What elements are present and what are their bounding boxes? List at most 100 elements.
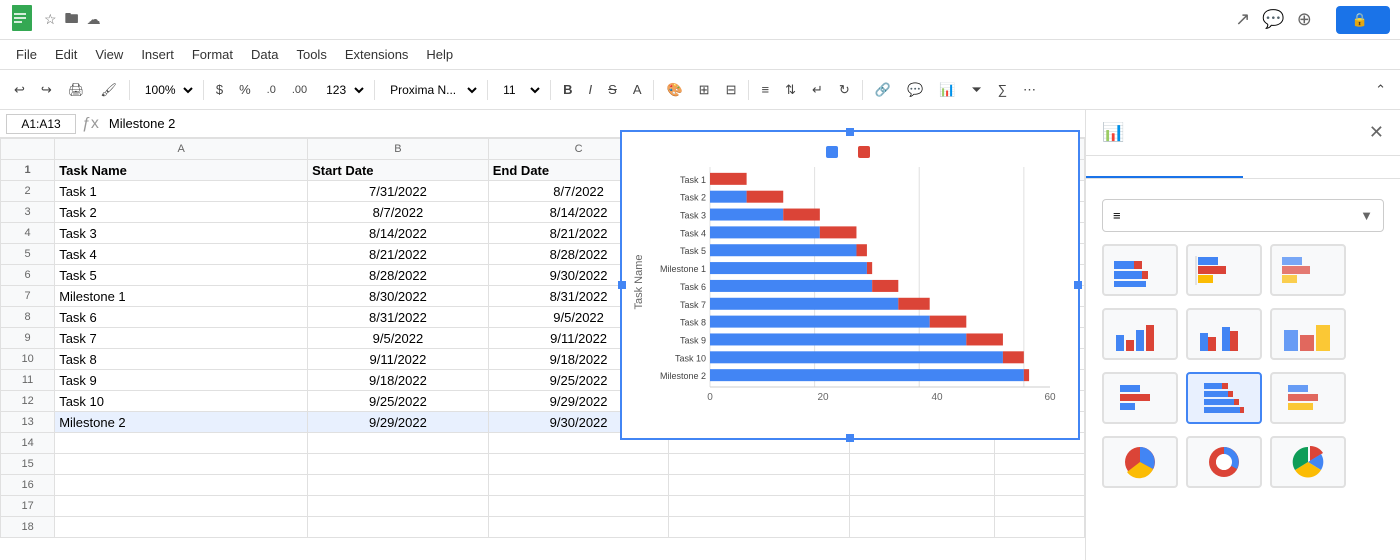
empty-cell[interactable]: [488, 475, 669, 496]
empty-cell[interactable]: [669, 496, 850, 517]
menu-extensions[interactable]: Extensions: [337, 45, 417, 64]
chart-button[interactable]: 📊: [933, 78, 961, 102]
font-size-select[interactable]: 11: [494, 79, 544, 101]
cell-task[interactable]: Milestone 2: [55, 412, 308, 433]
cell-start[interactable]: Start Date: [308, 160, 489, 181]
more-button[interactable]: ⋯: [1017, 78, 1042, 102]
cell-task[interactable]: Task 2: [55, 202, 308, 223]
empty-cell[interactable]: [308, 454, 489, 475]
col-header-a[interactable]: A: [55, 139, 308, 160]
menu-view[interactable]: View: [87, 45, 131, 64]
cell-start[interactable]: 9/25/2022: [308, 391, 489, 412]
thumb-hbar-2[interactable]: [1186, 372, 1262, 424]
align-h-button[interactable]: ≡: [755, 78, 775, 101]
bold-button[interactable]: B: [557, 78, 578, 101]
cell-task[interactable]: Milestone 1: [55, 286, 308, 307]
empty-cell[interactable]: [850, 496, 995, 517]
empty-cell[interactable]: [994, 496, 1084, 517]
empty-cell[interactable]: [994, 517, 1084, 538]
decimal-increase-button[interactable]: .00: [286, 80, 313, 100]
menu-data[interactable]: Data: [243, 45, 286, 64]
empty-cell[interactable]: [669, 454, 850, 475]
share-button[interactable]: 🔒: [1336, 6, 1390, 34]
thumb-pie-2[interactable]: [1186, 436, 1262, 488]
cell-start[interactable]: 7/31/2022: [308, 181, 489, 202]
font-select[interactable]: Proxima N...: [381, 79, 481, 101]
cell-start[interactable]: 8/14/2022: [308, 223, 489, 244]
percent-button[interactable]: %: [233, 78, 257, 101]
empty-cell[interactable]: [669, 517, 850, 538]
cell-task[interactable]: Task 3: [55, 223, 308, 244]
cell-start[interactable]: 9/29/2022: [308, 412, 489, 433]
cell-start[interactable]: 8/28/2022: [308, 265, 489, 286]
cell-task[interactable]: Task 10: [55, 391, 308, 412]
merge-button[interactable]: ⊟: [720, 78, 743, 102]
menu-tools[interactable]: Tools: [288, 45, 334, 64]
empty-cell[interactable]: [994, 475, 1084, 496]
chart-resize-bottom[interactable]: [846, 434, 854, 442]
panel-close-button[interactable]: ✕: [1369, 122, 1384, 143]
col-header-b[interactable]: B: [308, 139, 489, 160]
folder-icon[interactable]: 🖿: [65, 8, 79, 32]
thumb-col-2[interactable]: [1186, 308, 1262, 360]
cell-task[interactable]: Task 4: [55, 244, 308, 265]
chart-resize-left[interactable]: [618, 281, 626, 289]
borders-button[interactable]: ⊞: [693, 78, 716, 102]
empty-cell[interactable]: [55, 454, 308, 475]
align-v-button[interactable]: ⇅: [779, 78, 802, 102]
account-icon[interactable]: ⊕: [1297, 9, 1312, 30]
empty-cell[interactable]: [488, 517, 669, 538]
cell-start[interactable]: 8/7/2022: [308, 202, 489, 223]
tab-setup[interactable]: [1086, 156, 1243, 178]
paint-format-button[interactable]: 🖌: [94, 78, 123, 102]
link-button[interactable]: 🔗: [869, 78, 897, 102]
chart-resize-top[interactable]: [846, 128, 854, 136]
comment-icon[interactable]: 💬: [1262, 9, 1284, 30]
empty-cell[interactable]: [308, 496, 489, 517]
empty-cell[interactable]: [308, 475, 489, 496]
thumb-bar-2[interactable]: [1186, 244, 1262, 296]
star-icon[interactable]: ☆: [44, 11, 57, 28]
text-wrap-button[interactable]: ↵: [806, 78, 829, 102]
empty-cell[interactable]: [55, 496, 308, 517]
currency-button[interactable]: $: [210, 78, 229, 101]
cell-start[interactable]: 9/11/2022: [308, 349, 489, 370]
cell-task[interactable]: Task 9: [55, 370, 308, 391]
empty-cell[interactable]: [850, 475, 995, 496]
font-color-button[interactable]: A: [627, 78, 648, 101]
cell-task[interactable]: Task 6: [55, 307, 308, 328]
empty-cell[interactable]: [488, 496, 669, 517]
cell-task[interactable]: Task 7: [55, 328, 308, 349]
comment-add-button[interactable]: 💬: [901, 78, 929, 102]
empty-cell[interactable]: [850, 517, 995, 538]
zoom-select[interactable]: 100%: [136, 79, 197, 101]
empty-cell[interactable]: [850, 454, 995, 475]
menu-help[interactable]: Help: [418, 45, 461, 64]
thumb-bar-1[interactable]: [1102, 244, 1178, 296]
filter-button[interactable]: ⏷: [965, 78, 987, 102]
cell-start[interactable]: 9/18/2022: [308, 370, 489, 391]
chart-resize-right[interactable]: [1074, 281, 1082, 289]
cell-start[interactable]: 8/21/2022: [308, 244, 489, 265]
empty-cell[interactable]: [308, 517, 489, 538]
trend-icon[interactable]: ↗: [1235, 9, 1250, 30]
cell-start[interactable]: 8/30/2022: [308, 286, 489, 307]
empty-cell[interactable]: [994, 454, 1084, 475]
text-rotate-button[interactable]: ↻: [833, 78, 856, 102]
empty-cell[interactable]: [308, 433, 489, 454]
empty-cell[interactable]: [55, 475, 308, 496]
cell-start[interactable]: 8/31/2022: [308, 307, 489, 328]
redo-button[interactable]: ↪: [35, 78, 58, 102]
menu-edit[interactable]: Edit: [47, 45, 85, 64]
function-button[interactable]: ∑: [992, 78, 1013, 101]
hide-toolbar-button[interactable]: ⌃: [1369, 78, 1392, 102]
cell-start[interactable]: 9/5/2022: [308, 328, 489, 349]
thumb-col-1[interactable]: [1102, 308, 1178, 360]
chart-type-dropdown[interactable]: ≡ ▼: [1102, 199, 1384, 232]
thumb-col-3[interactable]: [1270, 308, 1346, 360]
print-button[interactable]: 🖨: [62, 78, 91, 102]
thumb-pie-1[interactable]: [1102, 436, 1178, 488]
cloud-icon[interactable]: ☁: [87, 11, 101, 28]
fill-color-button[interactable]: 🎨: [660, 78, 688, 102]
thumb-hbar-1[interactable]: [1102, 372, 1178, 424]
